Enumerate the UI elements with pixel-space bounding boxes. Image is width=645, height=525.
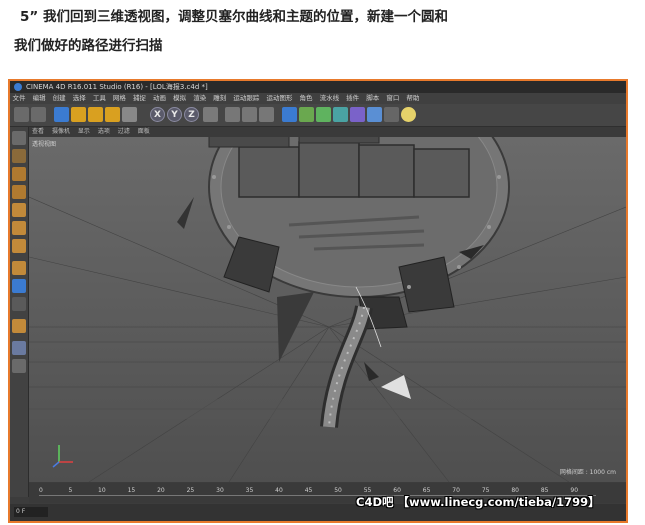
grid-spacing-label: 网格间距 : 1000 cm xyxy=(559,469,616,476)
view-menu-item[interactable]: 显示 xyxy=(78,128,90,135)
viewport-label: 透视视图 xyxy=(32,141,57,148)
timeline-tick: 5 xyxy=(68,487,73,494)
timeline-tick: 55 xyxy=(363,487,372,494)
view-menu-item[interactable]: 过滤 xyxy=(118,128,130,135)
timeline-tick: 80 xyxy=(511,487,519,494)
instruction-line-2: 我们做好的路径进行扫描 xyxy=(14,38,163,54)
menu-bar: 文件 编辑 创建 选择 工具 网格 捕捉 动画 模拟 渲染 雕刻 运动跟踪 运动… xyxy=(10,93,626,104)
view-menu-item[interactable]: 查看 xyxy=(32,128,44,135)
redo-icon[interactable] xyxy=(31,107,46,122)
array-icon[interactable] xyxy=(333,107,348,122)
timeline-tick: 40 xyxy=(275,487,283,494)
menu-item[interactable]: 渲染 xyxy=(193,93,206,104)
timeline-tick: 0 xyxy=(39,487,43,494)
undo-icon[interactable] xyxy=(14,107,29,122)
spline-pen-icon[interactable] xyxy=(299,107,314,122)
rotate-icon[interactable] xyxy=(105,107,120,122)
magnet-icon[interactable] xyxy=(12,319,26,333)
floor-icon[interactable] xyxy=(367,107,382,122)
world-coord-icon[interactable] xyxy=(203,107,218,122)
render-settings-icon[interactable] xyxy=(259,107,274,122)
axis-mode-icon[interactable] xyxy=(12,261,26,275)
menu-item[interactable]: 动画 xyxy=(153,93,166,104)
timeline-tick: 25 xyxy=(186,487,195,494)
view-menu-item[interactable]: 面板 xyxy=(138,128,150,135)
viewport-scene xyxy=(29,137,626,482)
timeline-tick: 45 xyxy=(304,487,313,494)
menu-item[interactable]: 文件 xyxy=(13,93,26,104)
perspective-viewport[interactable]: 透视视图 网格间距 : 1000 cm xyxy=(29,137,626,482)
menu-item[interactable]: 角色 xyxy=(300,93,313,104)
timeline-tick: 15 xyxy=(127,487,136,494)
menu-item[interactable]: 运动跟踪 xyxy=(233,93,259,104)
menu-item[interactable]: 运动图形 xyxy=(266,93,292,104)
c4d-app-icon xyxy=(14,83,22,91)
x-axis-lock-icon[interactable]: X xyxy=(150,107,165,122)
left-toolbar xyxy=(10,127,29,497)
menu-item[interactable]: 流水线 xyxy=(320,93,340,104)
timeline-tick: 65 xyxy=(422,487,431,494)
watermark: C4D吧 【www.linecg.com/tieba/1799】 xyxy=(356,495,600,509)
select-arrow-icon[interactable] xyxy=(54,107,69,122)
menu-item[interactable]: 模拟 xyxy=(173,93,186,104)
camera-icon[interactable] xyxy=(384,107,399,122)
coordinate-icon[interactable] xyxy=(122,107,137,122)
viewport-menu: 查看 摄像机 显示 选项 过滤 面板 xyxy=(29,127,626,137)
texture-mode-icon[interactable] xyxy=(12,167,26,181)
grid-icon[interactable] xyxy=(12,359,26,373)
menu-item[interactable]: 网格 xyxy=(113,93,126,104)
points-mode-icon[interactable] xyxy=(12,203,26,217)
menu-item[interactable]: 编辑 xyxy=(33,93,46,104)
menu-item[interactable]: 窗口 xyxy=(386,93,399,104)
timeline-tick: 85 xyxy=(540,487,549,494)
render-view-icon[interactable] xyxy=(225,107,240,122)
menu-item[interactable]: 工具 xyxy=(93,93,106,104)
timeline-tick: 90 xyxy=(570,487,579,494)
menu-item[interactable]: 选择 xyxy=(73,93,86,104)
timeline-tick: 50 xyxy=(334,487,342,494)
move-icon[interactable] xyxy=(71,107,86,122)
light-icon[interactable] xyxy=(401,107,416,122)
current-frame-field[interactable]: 0 F xyxy=(14,507,48,517)
polygons-mode-icon[interactable] xyxy=(12,239,26,253)
z-axis-lock-icon[interactable]: Z xyxy=(184,107,199,122)
render-picture-icon[interactable] xyxy=(242,107,257,122)
menu-item[interactable]: 脚本 xyxy=(366,93,379,104)
c4d-window: CINEMA 4D R16.011 Studio (R16) - [LOL海报3… xyxy=(8,79,628,523)
timeline-tick: 70 xyxy=(452,487,460,494)
instruction-line-1: 5” 我们回到三维透视图，调整贝塞尔曲线和主题的位置，新建一个圆和 xyxy=(20,9,448,25)
y-axis-lock-icon[interactable]: Y xyxy=(167,107,182,122)
title-bar: CINEMA 4D R16.011 Studio (R16) - [LOL海报3… xyxy=(10,81,626,93)
nurbs-icon[interactable] xyxy=(316,107,331,122)
window-title: CINEMA 4D R16.011 Studio (R16) - [LOL海报3… xyxy=(26,83,208,91)
menu-item[interactable]: 帮助 xyxy=(406,93,419,104)
lock-icon[interactable] xyxy=(12,341,26,355)
scale-icon[interactable] xyxy=(88,107,103,122)
make-editable-icon[interactable] xyxy=(12,131,26,145)
model-mode-icon[interactable] xyxy=(12,149,26,163)
view-menu-item[interactable]: 摄像机 xyxy=(52,128,70,135)
timeline-tick: 20 xyxy=(157,487,165,494)
menu-item[interactable]: 插件 xyxy=(346,93,359,104)
workplane-icon[interactable] xyxy=(12,185,26,199)
menu-item[interactable]: 雕刻 xyxy=(213,93,226,104)
timeline-tick: 35 xyxy=(245,487,254,494)
timeline-tick: 75 xyxy=(481,487,490,494)
deformer-icon[interactable] xyxy=(350,107,365,122)
main-toolbar: X Y Z xyxy=(10,104,626,127)
view-menu-item[interactable]: 选项 xyxy=(98,128,110,135)
menu-item[interactable]: 捕捉 xyxy=(133,93,146,104)
menu-item[interactable]: 创建 xyxy=(53,93,66,104)
timeline-tick: 60 xyxy=(393,487,401,494)
snap-icon[interactable] xyxy=(12,297,26,311)
timeline-tick: 30 xyxy=(216,487,224,494)
tweak-icon[interactable] xyxy=(12,279,26,293)
timeline-tick: 10 xyxy=(98,487,106,494)
cube-icon[interactable] xyxy=(282,107,297,122)
edges-mode-icon[interactable] xyxy=(12,221,26,235)
